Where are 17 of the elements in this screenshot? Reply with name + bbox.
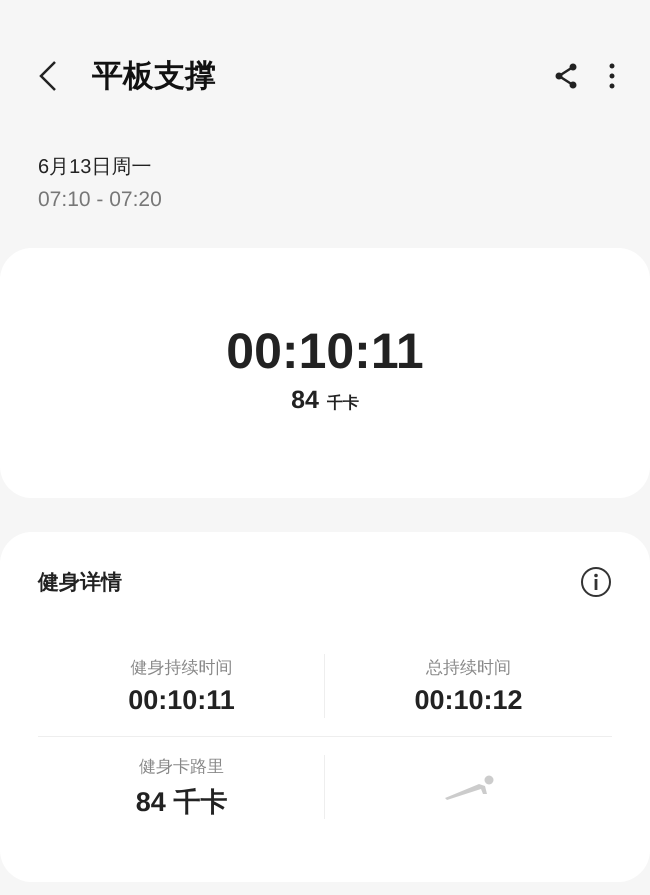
share-icon <box>554 63 578 89</box>
stat-label: 健身卡路里 <box>139 756 224 778</box>
stat-label: 总持续时间 <box>426 657 511 679</box>
info-icon[interactable] <box>580 566 612 598</box>
time-range: 07:10 - 07:20 <box>38 188 162 212</box>
plank-figure-icon <box>442 774 494 800</box>
stat-value: 84 千卡 <box>136 786 228 818</box>
calories-value: 84 千卡 <box>291 386 359 414</box>
stat-label: 健身持续时间 <box>130 657 232 679</box>
page-title: 平板支撑 <box>92 57 217 95</box>
section-title: 健身详情 <box>38 570 122 596</box>
workout-date: 6月13日周一 <box>38 155 152 180</box>
stat-value: 00:10:11 <box>128 685 235 716</box>
stat-value: 00:10:12 <box>414 685 523 716</box>
more-icon <box>608 63 616 89</box>
back-icon <box>38 60 58 92</box>
duration-value: 00:10:11 <box>226 322 424 380</box>
